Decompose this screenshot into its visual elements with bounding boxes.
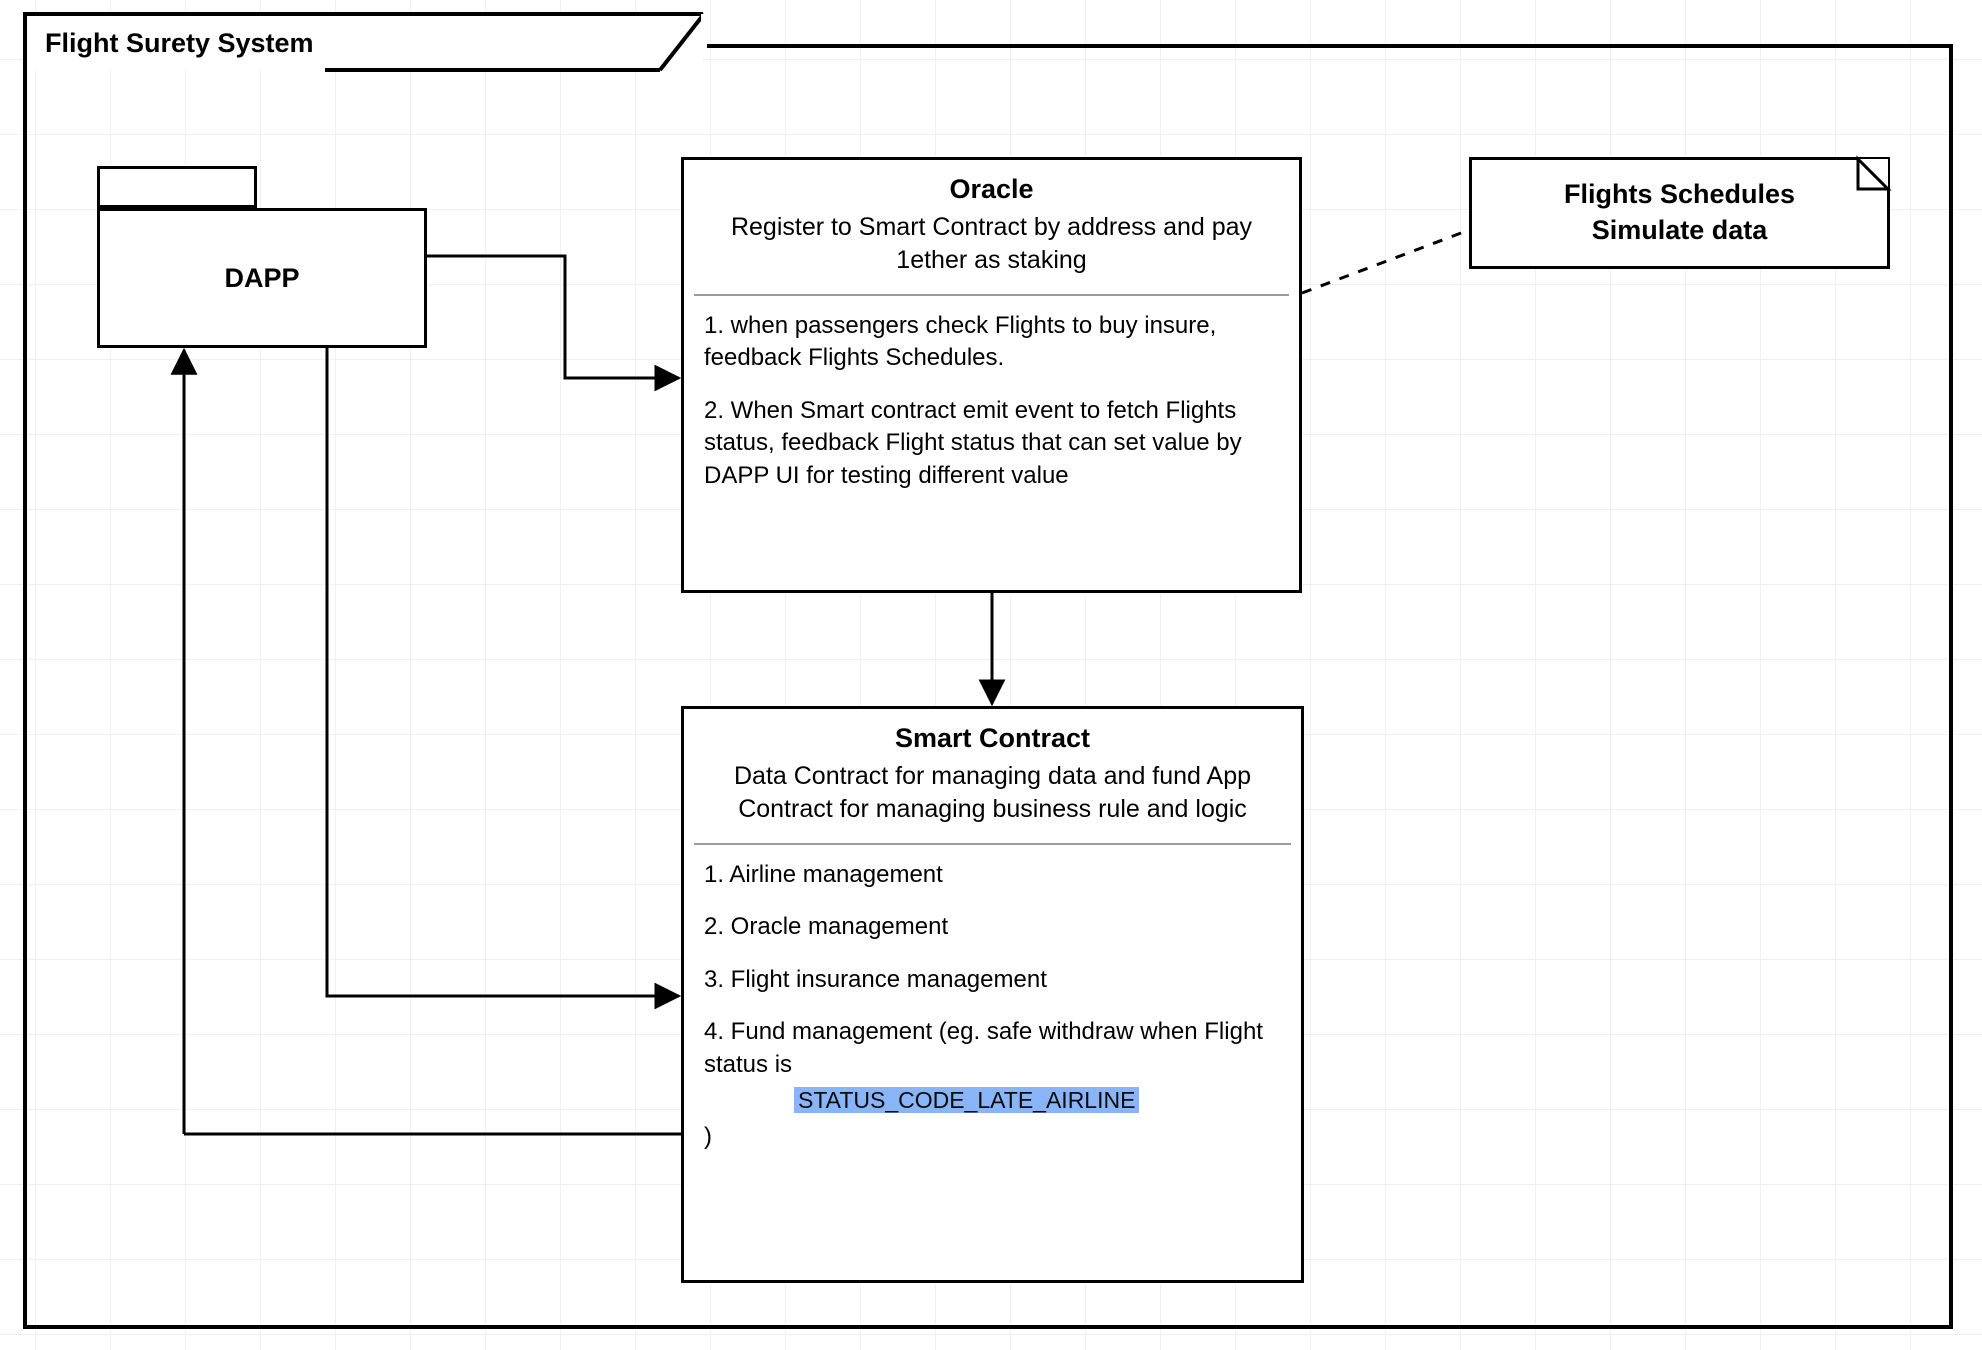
oracle-item-1: 1. when passengers check Flights to buy …	[704, 310, 1279, 375]
smart-contract-item-4a: 4. Fund management (eg. safe withdraw wh…	[704, 1018, 1263, 1077]
smart-contract-node: Smart Contract Data Contract for managin…	[681, 706, 1304, 1283]
smart-contract-item-4: 4. Fund management (eg. safe withdraw wh…	[704, 1016, 1281, 1081]
note-fold-icon	[1858, 159, 1888, 189]
oracle-subtitle: Register to Smart Contract by address an…	[684, 211, 1299, 294]
oracle-title: Oracle	[684, 160, 1299, 211]
note-content: Flights Schedules Simulate data	[1472, 160, 1887, 265]
smart-contract-subtitle: Data Contract for managing data and fund…	[684, 760, 1301, 843]
smart-contract-title: Smart Contract	[684, 709, 1301, 760]
system-frame-title-tab: Flight Surety System	[23, 12, 703, 70]
oracle-item-2: 2. When Smart contract emit event to fet…	[704, 395, 1279, 492]
oracle-node: Oracle Register to Smart Contract by add…	[681, 157, 1302, 593]
smart-contract-item-1: 1. Airline management	[704, 859, 1281, 891]
smart-contract-item-4-code-line: STATUS_CODE_LATE_AIRLINE	[704, 1085, 1281, 1117]
smart-contract-item-3: 3. Flight insurance management	[704, 964, 1281, 996]
system-frame-title: Flight Surety System	[45, 28, 314, 59]
smart-contract-item-2: 2. Oracle management	[704, 911, 1281, 943]
status-code-highlight: STATUS_CODE_LATE_AIRLINE	[794, 1087, 1139, 1113]
diagram-canvas: Flight Surety System DAPP Oracle Registe…	[0, 0, 1982, 1350]
smart-contract-body: 1. Airline management 2. Oracle manageme…	[684, 845, 1301, 1172]
dapp-body: DAPP	[97, 208, 427, 348]
note-line-2: Simulate data	[1502, 212, 1857, 248]
note-line-1: Flights Schedules	[1502, 176, 1857, 212]
oracle-body: 1. when passengers check Flights to buy …	[684, 296, 1299, 530]
dapp-tab	[97, 166, 257, 208]
flights-schedules-note: Flights Schedules Simulate data	[1469, 157, 1890, 269]
dapp-label: DAPP	[224, 263, 299, 294]
smart-contract-item-4b: )	[704, 1121, 1281, 1153]
